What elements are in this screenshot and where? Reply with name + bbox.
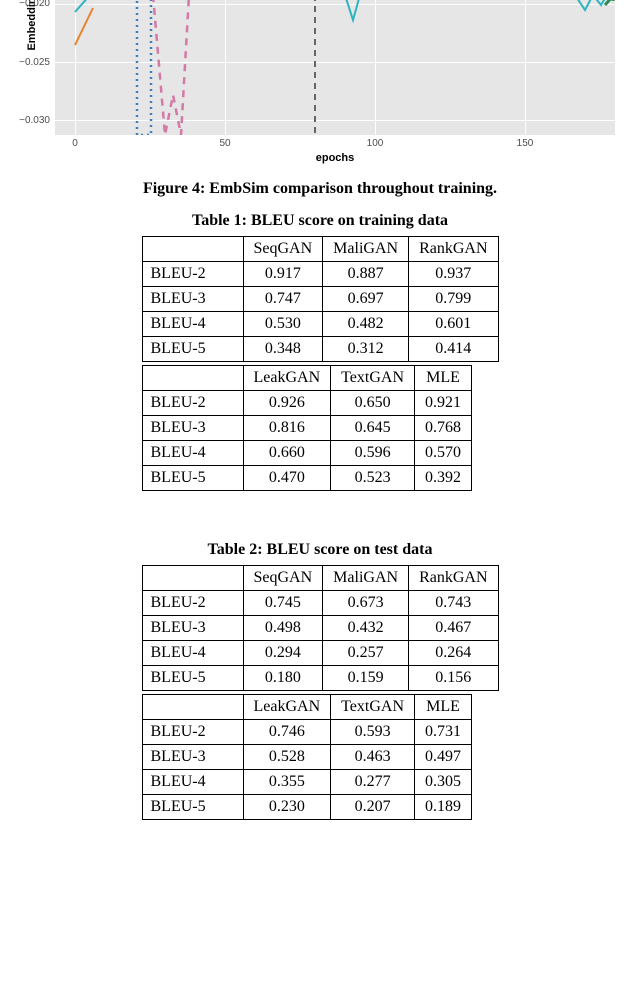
table-row: BLEU-4 0.294 0.257 0.264	[142, 641, 498, 666]
table-row: BLEU-5 0.230 0.207 0.189	[142, 795, 472, 820]
table-row: BLEU-3 0.816 0.645 0.768	[142, 416, 472, 441]
y-tick-2: −0.030	[10, 115, 50, 126]
table-row: BLEU-3 0.528 0.463 0.497	[142, 745, 472, 770]
table-row: BLEU-2 0.926 0.650 0.921	[142, 391, 472, 416]
table-1-block-b: LeakGAN TextGAN MLE BLEU-2 0.926 0.650 0…	[142, 365, 473, 491]
table-row: BLEU-2 0.917 0.887 0.937	[142, 262, 498, 287]
table-row: LeakGAN TextGAN MLE	[142, 695, 472, 720]
table-row: LeakGAN TextGAN MLE	[142, 366, 472, 391]
table-row: SeqGAN MaliGAN RankGAN	[142, 566, 498, 591]
table-row: BLEU-4 0.355 0.277 0.305	[142, 770, 472, 795]
table-row: BLEU-3 0.747 0.697 0.799	[142, 287, 498, 312]
plot-panel	[55, 0, 615, 135]
x-tick-1: 50	[219, 138, 230, 149]
table-1-caption: Table 1: BLEU score on training data	[0, 212, 640, 230]
table-row: BLEU-4 0.660 0.596 0.570	[142, 441, 472, 466]
table-row: SeqGAN MaliGAN RankGAN	[142, 237, 498, 262]
x-tick-0: 0	[72, 138, 78, 149]
table-1-block-a: SeqGAN MaliGAN RankGAN BLEU-2 0.917 0.88…	[142, 236, 499, 362]
chart-svg	[55, 0, 615, 135]
figure-4-caption: Figure 4: EmbSim comparison throughout t…	[0, 180, 640, 198]
table-row: BLEU-5 0.180 0.159 0.156	[142, 666, 498, 691]
x-tick-2: 100	[367, 138, 384, 149]
y-tick-1: −0.025	[10, 57, 50, 68]
table-row: BLEU-2 0.745 0.673 0.743	[142, 591, 498, 616]
table-row: BLEU-5 0.348 0.312 0.414	[142, 337, 498, 362]
x-axis-label: epochs	[55, 152, 615, 164]
table-row: BLEU-5 0.470 0.523 0.392	[142, 466, 472, 491]
table-row: BLEU-4 0.530 0.482 0.601	[142, 312, 498, 337]
table-1: SeqGAN MaliGAN RankGAN BLEU-2 0.917 0.88…	[0, 236, 640, 491]
table-2: SeqGAN MaliGAN RankGAN BLEU-2 0.745 0.67…	[0, 565, 640, 820]
table-row: BLEU-3 0.498 0.432 0.467	[142, 616, 498, 641]
table-row: BLEU-2 0.746 0.593 0.731	[142, 720, 472, 745]
x-tick-3: 150	[517, 138, 534, 149]
table-2-caption: Table 2: BLEU score on test data	[0, 541, 640, 559]
table-2-block-b: LeakGAN TextGAN MLE BLEU-2 0.746 0.593 0…	[142, 694, 473, 820]
y-tick-0: −0.020	[10, 0, 50, 9]
table-2-block-a: SeqGAN MaliGAN RankGAN BLEU-2 0.745 0.67…	[142, 565, 499, 691]
chart-partial: Embedding s −0.020 −0.025 −0.030	[0, 0, 640, 170]
